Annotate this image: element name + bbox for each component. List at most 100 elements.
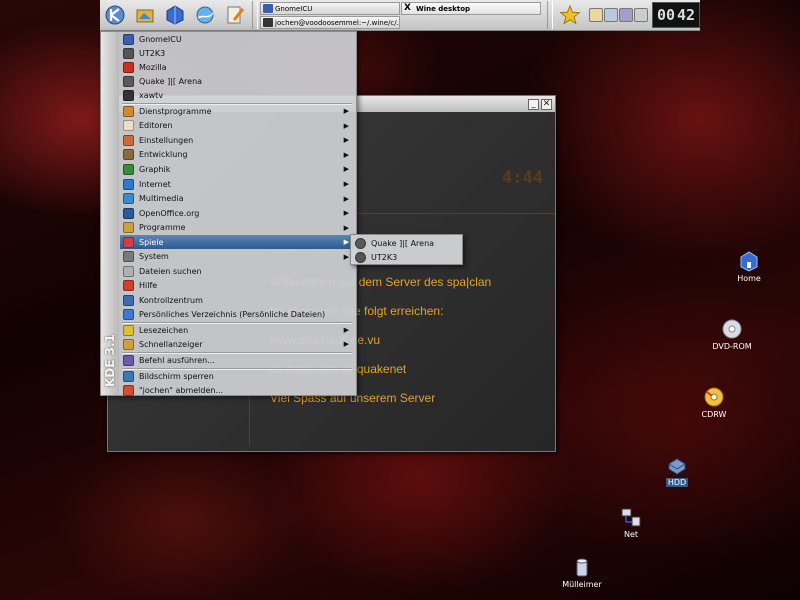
submenu-arrow-icon: ▶: [343, 223, 349, 232]
menu-item-entwicklung[interactable]: Entwicklung ▶: [120, 148, 355, 162]
menu-item-label: Entwicklung: [139, 150, 188, 159]
desktop-icon-dvd-rom[interactable]: DVD-ROM: [697, 318, 767, 351]
editor-icon: [227, 6, 245, 24]
submenu-arrow-icon: ▶: [343, 340, 349, 348]
submenu-arrow-icon: ▶: [343, 252, 349, 261]
menu-item-label: xawtv: [139, 90, 164, 100]
menu-item-label: Einstellungen: [139, 135, 194, 145]
kmenu-icon: [105, 5, 125, 25]
task-label: GnomeICU: [275, 4, 313, 13]
menu-item-xawtv[interactable]: xawtv: [120, 88, 355, 102]
web-browser-icon: [196, 6, 214, 24]
submenu-item-quake[interactable]: Quake ]|[ Arena: [352, 236, 461, 250]
desktop-icon-label: HDD: [665, 478, 689, 487]
menu-item-internet[interactable]: Internet ▶: [120, 177, 355, 191]
submenu-arrow-icon: ▶: [343, 121, 349, 130]
menu-item-multimedia[interactable]: Multimedia ▶: [120, 192, 355, 206]
desktop-icon-cdrw[interactable]: CDRW: [679, 386, 749, 419]
menu-item-hilfe[interactable]: Hilfe: [120, 279, 355, 293]
quake-icon: [123, 75, 134, 87]
dvd-icon: [722, 319, 742, 339]
menu-item-label: UT2K3: [139, 48, 166, 58]
menu-item-label: Kontrollzentrum: [139, 295, 203, 305]
menu-item-ut2k3[interactable]: UT2K3: [120, 46, 355, 60]
desktop-icon-label: Net: [623, 530, 639, 539]
menu-item-graphik[interactable]: Graphik ▶: [120, 162, 355, 176]
menu-item-schnellanzeiger[interactable]: Schnellanzeiger ▶: [120, 337, 355, 351]
konqueror-button[interactable]: [161, 1, 189, 29]
games-submenu: Quake ]|[ Arena UT2K3: [350, 234, 463, 265]
kmenu-button[interactable]: [101, 1, 129, 29]
desktop-icon-label: Home: [737, 274, 761, 283]
cdrw-icon: [704, 387, 724, 407]
menu-item-lock-screen[interactable]: Bildschirm sperren: [120, 369, 355, 383]
submenu-arrow-icon: ▶: [343, 180, 349, 188]
control-center-icon: [123, 294, 134, 306]
hdd-icon: [668, 458, 686, 475]
panel-separator: [547, 1, 553, 29]
menu-item-mozilla[interactable]: Mozilla: [120, 60, 355, 74]
task-gnomeicu[interactable]: GnomeICU: [260, 1, 400, 15]
submenu-arrow-icon: ▶: [343, 136, 349, 144]
menu-item-label: Dateien suchen: [139, 266, 202, 276]
volume-icon[interactable]: [604, 8, 618, 22]
bookmark-button[interactable]: [556, 1, 584, 29]
menu-item-dienstprogramme[interactable]: Dienstprogramme ▶: [120, 104, 355, 118]
desktop-icon-label: Mülleimer: [562, 580, 602, 589]
menu-item-openoffice[interactable]: OpenOffice.org ▶: [120, 206, 355, 220]
task-wine-desktop[interactable]: X Wine desktop: [401, 1, 541, 15]
bookmarks-icon: [123, 324, 134, 336]
menu-item-programme[interactable]: Programme ▶: [120, 221, 355, 235]
menu-item-quake[interactable]: Quake ]|[ Arena: [120, 74, 355, 88]
desktop-icon-net[interactable]: Net: [596, 506, 666, 539]
monitor-icon[interactable]: [619, 8, 633, 22]
menu-item-system[interactable]: System ▶: [120, 250, 355, 264]
home-icon: [123, 309, 134, 320]
menu-item-spiele[interactable]: Spiele ▶: [120, 235, 355, 249]
task-label: Wine desktop: [416, 4, 471, 13]
web-browser-button[interactable]: [191, 1, 219, 29]
menu-item-label: Dienstprogramme: [139, 106, 212, 116]
gnomeicu-icon: [123, 33, 134, 45]
menu-item-logout[interactable]: "jochen" abmelden...: [120, 383, 355, 397]
submenu-arrow-icon: ▶: [343, 238, 349, 246]
panel-separator: [252, 1, 258, 29]
menu-item-label: Quake ]|[ Arena: [139, 76, 203, 86]
menu-item-run-command[interactable]: Befehl ausführen...: [120, 353, 355, 367]
menu-item-dateien-suchen[interactable]: Dateien suchen: [120, 264, 355, 278]
quake-icon: [355, 237, 366, 249]
task-terminal[interactable]: jochen@voodoosemmel:~/.wine/c/...: [260, 15, 400, 29]
development-icon: [123, 149, 134, 160]
openoffice-icon: [123, 207, 134, 219]
editor-button[interactable]: [221, 1, 249, 29]
menu-item-einstellungen[interactable]: Einstellungen ▶: [120, 133, 355, 147]
submenu-item-ut2k3[interactable]: UT2K3: [352, 250, 461, 264]
taskbar: GnomeICU X Wine desktop jochen@voodoosem…: [260, 1, 541, 29]
menu-item-gnomeicu[interactable]: GnomeICU: [120, 32, 355, 46]
menu-item-label: Graphik: [139, 164, 171, 174]
clock[interactable]: 00 42: [652, 2, 700, 28]
home-folder-button[interactable]: [131, 1, 159, 29]
menu-item-editoren[interactable]: Editoren ▶: [120, 119, 355, 133]
desktop-icon-trash[interactable]: Mülleimer: [547, 556, 617, 589]
menu-item-label: Lesezeichen: [139, 325, 189, 335]
minimize-button[interactable]: _: [528, 98, 539, 110]
menu-item-label: Bildschirm sperren: [139, 371, 214, 381]
find-files-icon: [123, 265, 134, 277]
clipboard-icon[interactable]: [589, 8, 603, 22]
run-command-icon: [123, 354, 134, 366]
desktop-icon-hdd[interactable]: HDD: [642, 454, 712, 487]
konqueror-icon: [166, 5, 184, 25]
editor-icon: [123, 120, 134, 131]
desktop-icon-home[interactable]: Home: [714, 250, 784, 283]
utilities-icon: [123, 105, 134, 117]
settings-icon: [123, 134, 134, 146]
network-icon: [621, 508, 641, 527]
submenu-arrow-icon: ▶: [343, 165, 349, 173]
home-folder-icon: [136, 9, 154, 23]
menu-item-home-folder[interactable]: Persönliches Verzeichnis (Persönliche Da…: [120, 308, 355, 322]
menu-item-kontrollzentrum[interactable]: Kontrollzentrum: [120, 293, 355, 307]
close-button[interactable]: ✕: [541, 98, 552, 110]
download-icon[interactable]: [634, 8, 648, 22]
menu-item-lesezeichen[interactable]: Lesezeichen ▶: [120, 323, 355, 337]
